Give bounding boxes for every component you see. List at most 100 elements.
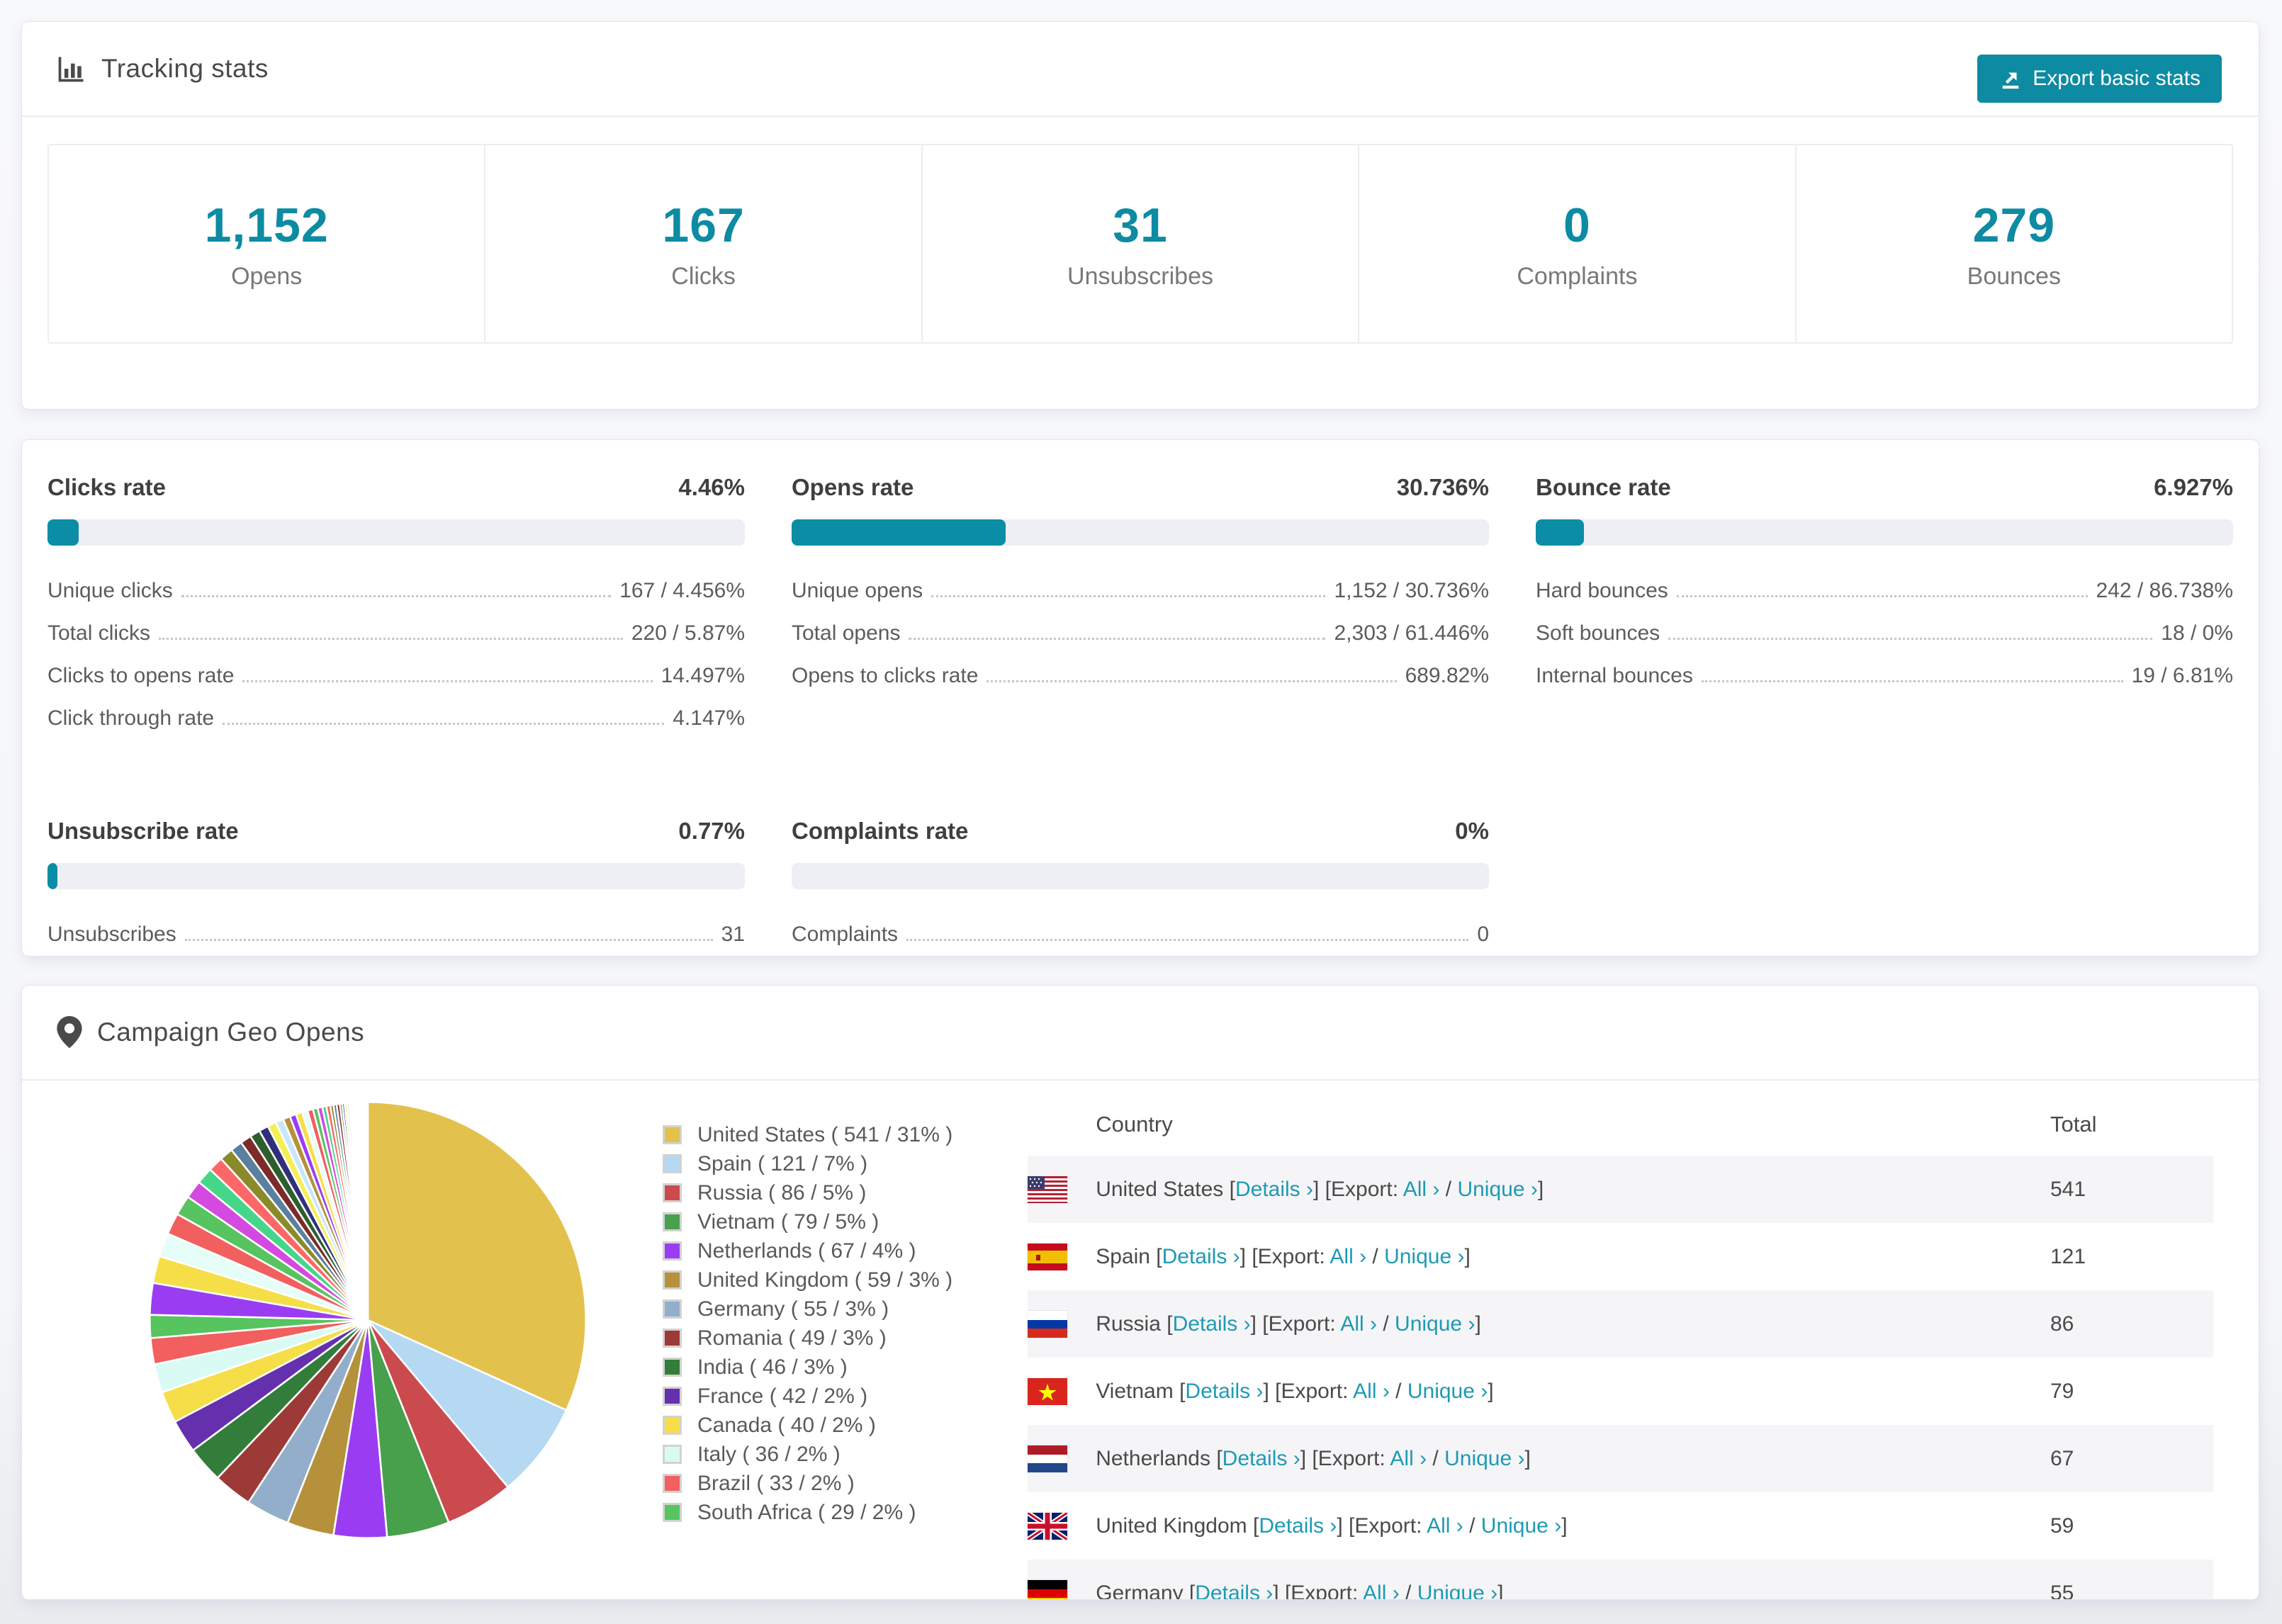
export-all-link[interactable]: All › xyxy=(1363,1581,1400,1600)
dotted-leader xyxy=(1676,595,2088,597)
export-all-link[interactable]: All › xyxy=(1427,1514,1463,1538)
rate-block-clicks-rate: Clicks rate 4.46% Unique clicks 167 / 4.456… xyxy=(47,474,745,731)
export-unique-link[interactable]: Unique › xyxy=(1444,1447,1524,1470)
stat-label: Bounces xyxy=(1967,262,2061,290)
export-unique-link[interactable]: Unique › xyxy=(1481,1514,1561,1538)
country-cell-text: Spain [Details ›] [Export: All › / Uniqu… xyxy=(1096,1244,1471,1268)
export-unique-link[interactable]: Unique › xyxy=(1395,1312,1475,1336)
country-name: Vietnam xyxy=(1096,1379,1180,1403)
rate-detail-row: Total clicks 220 / 5.87% xyxy=(47,621,745,646)
legend-item: Germany ( 55 / 3% ) xyxy=(663,1295,952,1324)
total-cell: 55 xyxy=(2050,1581,2074,1600)
detail-label: Clicks to opens rate xyxy=(47,664,235,687)
details-link[interactable]: Details › xyxy=(1162,1245,1240,1268)
legend-swatch xyxy=(663,1503,682,1522)
detail-label: Unsubscribes xyxy=(47,923,176,946)
geo-table: Country Total United States [Details ›] … xyxy=(1028,1093,2213,1600)
country-name: Netherlands xyxy=(1096,1446,1217,1470)
export-unique-link[interactable]: Unique › xyxy=(1417,1581,1497,1600)
total-column-header: Total xyxy=(2050,1112,2097,1137)
details-link[interactable]: Details › xyxy=(1222,1447,1300,1470)
legend-swatch xyxy=(663,1183,682,1202)
details-link[interactable]: Details › xyxy=(1173,1312,1251,1336)
rate-detail-row: Click through rate 4.147% xyxy=(47,706,745,731)
stat-value: 167 xyxy=(662,198,745,252)
country-column-header: Country xyxy=(1096,1112,1173,1137)
legend-label: South Africa ( 29 / 2% ) xyxy=(697,1500,916,1524)
legend-label: Canada ( 40 / 2% ) xyxy=(697,1413,876,1437)
rate-value: 4.46% xyxy=(678,474,745,500)
details-link[interactable]: Details › xyxy=(1259,1514,1337,1538)
legend-swatch xyxy=(663,1474,682,1493)
stat-cell-opens: 1,152 Opens xyxy=(49,145,486,342)
details-link[interactable]: Details › xyxy=(1185,1380,1263,1403)
total-cell: 79 xyxy=(2050,1379,2074,1403)
detail-label: Unique clicks xyxy=(47,579,173,602)
export-unique-link[interactable]: Unique › xyxy=(1457,1178,1537,1201)
country-cell-text: Russia [Details ›] [Export: All › / Uniq… xyxy=(1096,1312,1481,1336)
campaign-geo-opens-card: Campaign Geo Opens United States ( 541 /… xyxy=(21,985,2259,1600)
rate-block-unsubscribe-rate: Unsubscribe rate 0.77% Unsubscribes 31 xyxy=(47,818,745,947)
export-button-label: Export basic stats xyxy=(2033,67,2200,90)
progress-bar-fill xyxy=(47,519,79,546)
total-cell: 121 xyxy=(2050,1244,2086,1268)
legend-label: Spain ( 121 / 7% ) xyxy=(697,1151,868,1175)
rate-value: 0% xyxy=(1455,818,1489,844)
export-unique-link[interactable]: Unique › xyxy=(1407,1380,1488,1403)
progress-bar xyxy=(47,863,745,889)
export-all-link[interactable]: All › xyxy=(1330,1245,1366,1268)
dotted-leader xyxy=(909,638,1326,640)
country-cell-text: United States [Details ›] [Export: All ›… xyxy=(1096,1177,1544,1201)
rate-detail-row: Clicks to opens rate 14.497% xyxy=(47,663,745,689)
geo-title: Campaign Geo Opens xyxy=(97,1017,365,1047)
export-all-link[interactable]: All › xyxy=(1353,1380,1390,1403)
details-link[interactable]: Details › xyxy=(1235,1178,1313,1201)
geo-table-header: Country Total xyxy=(1028,1093,2213,1156)
tracking-stats-title: Tracking stats xyxy=(101,54,269,83)
rate-detail-row: Soft bounces 18 / 0% xyxy=(1536,621,2233,646)
total-cell: 59 xyxy=(2050,1513,2074,1538)
legend-swatch xyxy=(663,1416,682,1435)
export-all-link[interactable]: All › xyxy=(1340,1312,1377,1336)
export-all-link[interactable]: All › xyxy=(1390,1447,1427,1470)
dotted-leader xyxy=(987,680,1397,682)
rate-detail-row: Unsubscribes 31 xyxy=(47,922,745,947)
vn-flag-icon xyxy=(1028,1377,1068,1405)
legend-label: India ( 46 / 3% ) xyxy=(697,1355,848,1379)
export-unique-link[interactable]: Unique › xyxy=(1384,1245,1464,1268)
geo-table-row: Germany [Details ›] [Export: All › / Uni… xyxy=(1028,1560,2213,1600)
stat-cell-clicks: 167 Clicks xyxy=(485,145,923,342)
legend-label: Italy ( 36 / 2% ) xyxy=(697,1442,841,1466)
rate-block-bounce-rate: Bounce rate 6.927% Hard bounces 242 / 86.73… xyxy=(1536,474,2233,731)
legend-item: Brazil ( 33 / 2% ) xyxy=(663,1469,952,1498)
gb-flag-icon xyxy=(1028,1512,1068,1540)
legend-item: India ( 46 / 3% ) xyxy=(663,1353,952,1382)
dotted-leader xyxy=(184,939,713,941)
detail-value: 19 / 6.81% xyxy=(2131,664,2233,687)
rates-grid: Clicks rate 4.46% Unique clicks 167 / 4.456… xyxy=(47,474,2233,947)
dotted-leader xyxy=(906,939,1469,941)
export-all-link[interactable]: All › xyxy=(1403,1178,1440,1201)
legend-item: South Africa ( 29 / 2% ) xyxy=(663,1498,952,1527)
detail-label: Opens to clicks rate xyxy=(792,664,979,687)
country-name: Spain xyxy=(1096,1244,1157,1268)
rate-value: 30.736% xyxy=(1396,474,1489,500)
rate-detail-row: Unique clicks 167 / 4.456% xyxy=(47,578,745,604)
dotted-leader xyxy=(159,638,623,640)
geo-table-row: United Kingdom [Details ›] [Export: All … xyxy=(1028,1492,2213,1560)
legend-label: Russia ( 86 / 5% ) xyxy=(697,1180,867,1205)
legend-label: France ( 42 / 2% ) xyxy=(697,1384,868,1408)
progress-bar xyxy=(47,519,745,546)
pie-slice[interactable] xyxy=(366,1101,369,1321)
legend-label: Romania ( 49 / 3% ) xyxy=(697,1326,887,1350)
detail-label: Internal bounces xyxy=(1536,664,1693,687)
details-link[interactable]: Details › xyxy=(1195,1581,1273,1600)
legend-swatch xyxy=(663,1445,682,1464)
country-cell-text: United Kingdom [Details ›] [Export: All … xyxy=(1096,1513,1568,1538)
legend-item: United States ( 541 / 31% ) xyxy=(663,1120,952,1149)
detail-value: 242 / 86.738% xyxy=(2096,579,2234,602)
export-basic-stats-button[interactable]: Export basic stats xyxy=(1977,55,2222,103)
detail-label: Hard bounces xyxy=(1536,579,1668,602)
legend-label: Vietnam ( 79 / 5% ) xyxy=(697,1209,879,1234)
geo-body: United States ( 541 / 31% ) Spain ( 121 /… xyxy=(22,1081,2259,1600)
